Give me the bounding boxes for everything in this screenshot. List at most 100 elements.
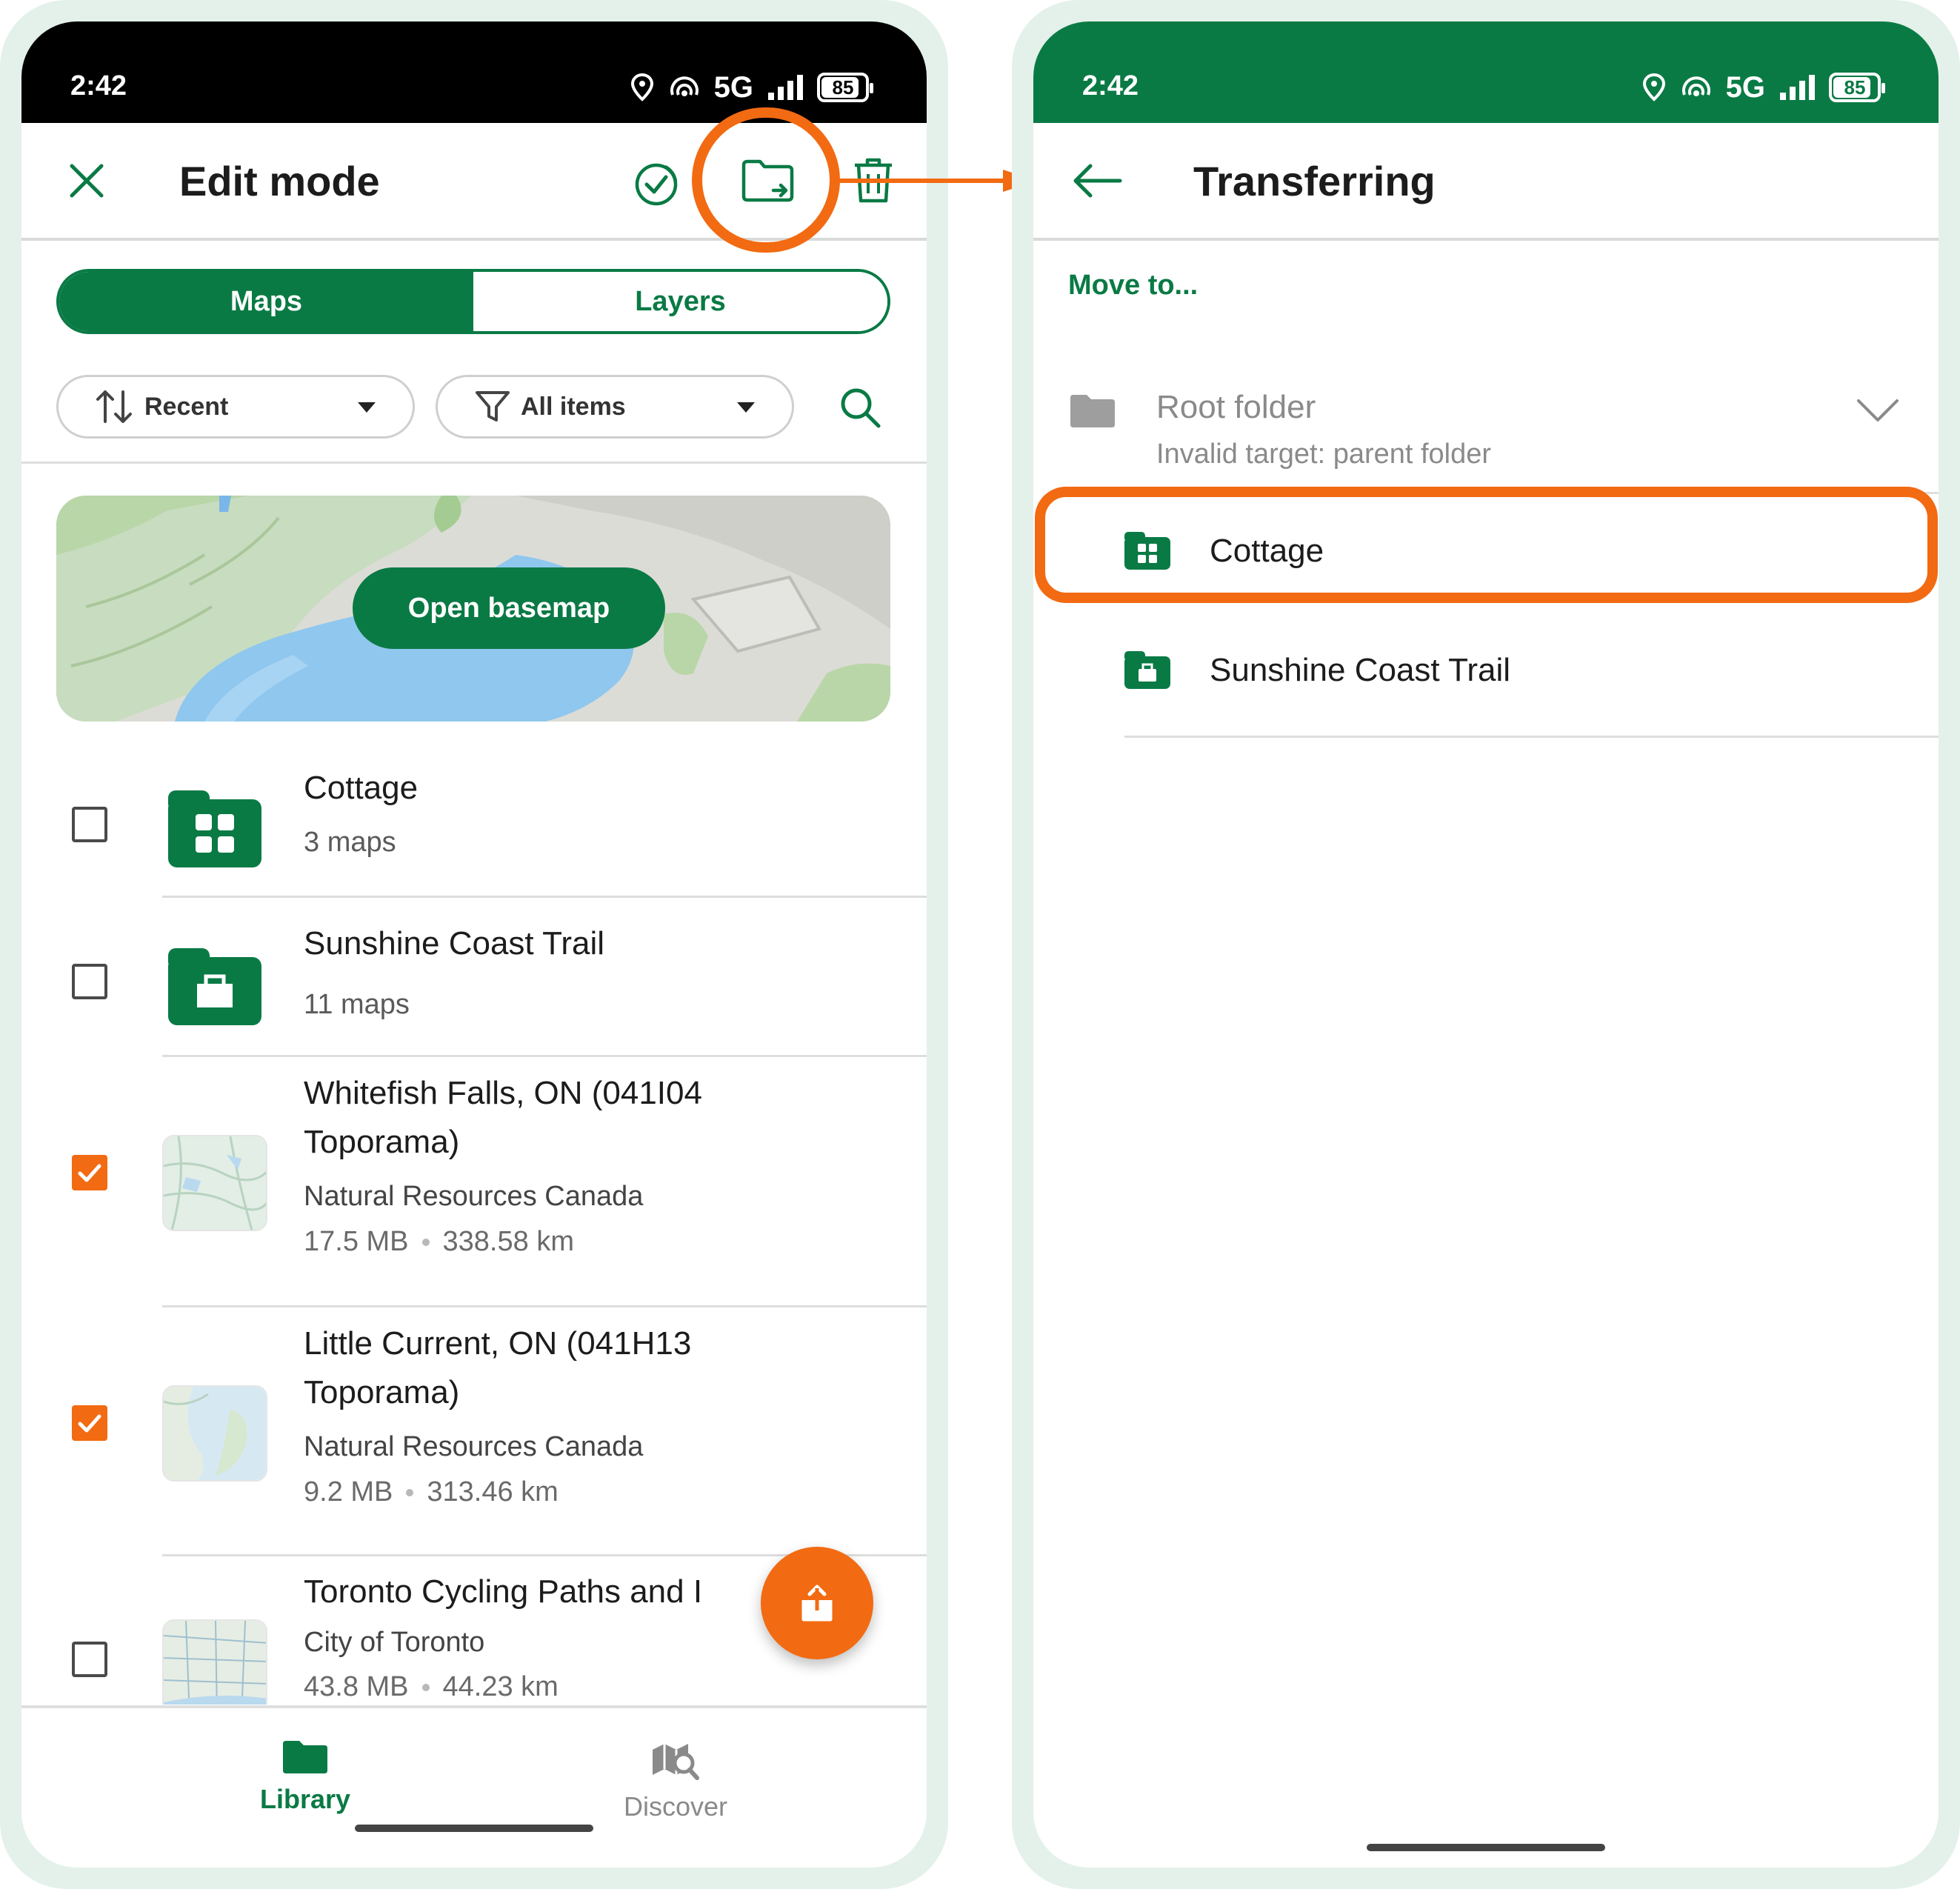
home-indicator[interactable] — [1367, 1844, 1605, 1851]
status-icons: 5G 85 — [1641, 66, 1885, 109]
cottage-folder-icon — [168, 790, 261, 867]
hotspot-icon — [1681, 76, 1710, 96]
item-title: Sunshine Coast Trail — [304, 925, 604, 962]
tab-maps[interactable]: Maps — [59, 272, 473, 331]
edit-mode-screen: 2:42 5G 85 Edit mode Maps Layers Recent … — [21, 21, 927, 1868]
sort-dropdown-label: Recent — [144, 392, 229, 421]
battery-icon: 85 — [1829, 73, 1885, 102]
item-checkbox[interactable] — [72, 1405, 107, 1441]
check-icon — [78, 1164, 101, 1182]
nav-discover[interactable]: Discover — [579, 1739, 772, 1822]
chevron-down-icon — [358, 402, 376, 413]
target-folder-label: Sunshine Coast Trail — [1210, 652, 1510, 688]
close-button[interactable] — [59, 153, 115, 209]
status-icons: 5G 85 — [630, 66, 873, 109]
item-publisher: City of Toronto — [304, 1627, 485, 1658]
item-title-line-1: Little Current, ON (041H13 — [304, 1325, 692, 1362]
item-meta: 17.5 MB 338.58 km — [304, 1226, 574, 1258]
chevron-down-icon[interactable] — [1856, 398, 1900, 423]
discover-map-search-icon — [653, 1744, 699, 1780]
share-fab-button[interactable] — [761, 1547, 873, 1659]
item-meta: 9.2 MB 313.46 km — [304, 1476, 559, 1508]
transferring-screen: 2:42 5G 85 Transferring Move to... Root … — [1033, 21, 1939, 1868]
close-icon — [70, 164, 104, 198]
map-thumbnail — [162, 1619, 267, 1705]
list-item[interactable]: Sunshine Coast Trail 11 maps — [21, 898, 927, 1055]
item-publisher: Natural Resources Canada — [304, 1431, 644, 1462]
map-thumbnail — [162, 1135, 267, 1231]
sunshine-coast-folder-icon — [1124, 651, 1170, 689]
list-item[interactable]: Whitefish Falls, ON (041I04 Toporama) Na… — [21, 1057, 927, 1305]
item-title: Toronto Cycling Paths and I — [304, 1573, 703, 1610]
item-meta: 43.8 MB 44.23 km — [304, 1671, 559, 1703]
check-icon — [78, 1414, 101, 1433]
network-type: 5G — [1725, 70, 1765, 104]
nav-library[interactable]: Library — [209, 1739, 401, 1815]
item-subtitle: 3 maps — [304, 827, 396, 858]
item-title-line-1: Whitefish Falls, ON (041I04 — [304, 1075, 702, 1111]
list-item[interactable]: Cottage 3 maps — [21, 747, 927, 896]
item-file-size: 43.8 MB — [304, 1671, 409, 1702]
signal-icon — [1780, 75, 1815, 100]
item-checkbox[interactable] — [72, 964, 107, 999]
phone-frame-transferring: 2:42 5G 85 Transferring Move to... Root … — [1012, 0, 1960, 1889]
item-checkbox[interactable] — [72, 1642, 107, 1677]
root-folder-label: Root folder — [1156, 389, 1316, 425]
back-button[interactable] — [1066, 153, 1128, 209]
sort-dropdown[interactable]: Recent — [56, 375, 415, 439]
item-file-size: 17.5 MB — [304, 1226, 409, 1257]
check-circle-icon — [635, 163, 678, 206]
item-file-size: 9.2 MB — [304, 1476, 393, 1507]
location-icon — [1642, 73, 1665, 101]
status-bar: 2:42 5G 85 — [21, 21, 927, 123]
basemap-preview[interactable]: Open basemap — [56, 496, 890, 722]
item-area: 338.58 km — [442, 1226, 574, 1257]
root-folder-row: Root folder Invalid target: parent folde… — [1033, 362, 1939, 492]
arrow-left-icon — [1073, 164, 1122, 198]
item-subtitle: 11 maps — [304, 989, 410, 1020]
list-item[interactable]: Little Current, ON (041H13 Toporama) Nat… — [21, 1307, 927, 1554]
item-title-line-2: Toporama) — [304, 1124, 460, 1160]
phone-frame-edit-mode: 2:42 5G 85 Edit mode Maps Layers Recent … — [0, 0, 948, 1889]
page-title: Transferring — [1193, 158, 1436, 204]
move-to-label: Move to... — [1068, 270, 1199, 301]
share-upload-icon — [801, 1585, 833, 1622]
maps-layers-toggle: Maps Layers — [56, 269, 890, 334]
bottom-navigation: Library Discover — [21, 1705, 927, 1868]
filter-funnel-icon — [476, 391, 510, 422]
tab-layers[interactable]: Layers — [473, 272, 887, 331]
item-title: Cottage — [304, 770, 419, 806]
nav-discover-label: Discover — [623, 1791, 728, 1822]
network-type: 5G — [713, 70, 753, 104]
item-publisher: Natural Resources Canada — [304, 1181, 644, 1212]
home-indicator[interactable] — [355, 1825, 593, 1832]
location-icon — [630, 73, 653, 101]
sort-arrows-icon — [96, 390, 132, 423]
open-basemap-button[interactable]: Open basemap — [353, 567, 665, 649]
nav-library-label: Library — [259, 1784, 351, 1814]
item-title-line-2: Toporama) — [304, 1374, 460, 1410]
select-all-button[interactable] — [629, 153, 688, 212]
highlight-box-cottage-target — [1035, 487, 1938, 603]
map-thumbnail — [162, 1385, 267, 1482]
item-area: 44.23 km — [442, 1671, 559, 1702]
filter-dropdown-label: All items — [521, 392, 626, 421]
battery-icon: 85 — [817, 73, 873, 102]
battery-level: 85 — [832, 76, 854, 99]
item-area: 313.46 km — [427, 1476, 559, 1507]
page-title: Edit mode — [179, 158, 380, 204]
status-bar: 2:42 5G 85 — [1033, 21, 1939, 123]
item-checkbox[interactable] — [72, 1155, 107, 1190]
filter-dropdown[interactable]: All items — [436, 375, 794, 439]
status-time: 2:42 — [70, 70, 127, 101]
hotspot-icon — [670, 76, 699, 96]
item-checkbox[interactable] — [72, 807, 107, 842]
search-icon — [841, 388, 881, 428]
target-folder-sunshine-coast-trail[interactable]: Sunshine Coast Trail — [1033, 607, 1939, 736]
folder-icon — [283, 1741, 327, 1773]
transferring-app-bar: Transferring — [1033, 123, 1939, 241]
root-folder-icon — [1070, 395, 1115, 427]
search-button[interactable] — [832, 379, 888, 436]
root-folder-note: Invalid target: parent folder — [1156, 439, 1492, 470]
sunshine-coast-folder-icon — [168, 948, 261, 1025]
